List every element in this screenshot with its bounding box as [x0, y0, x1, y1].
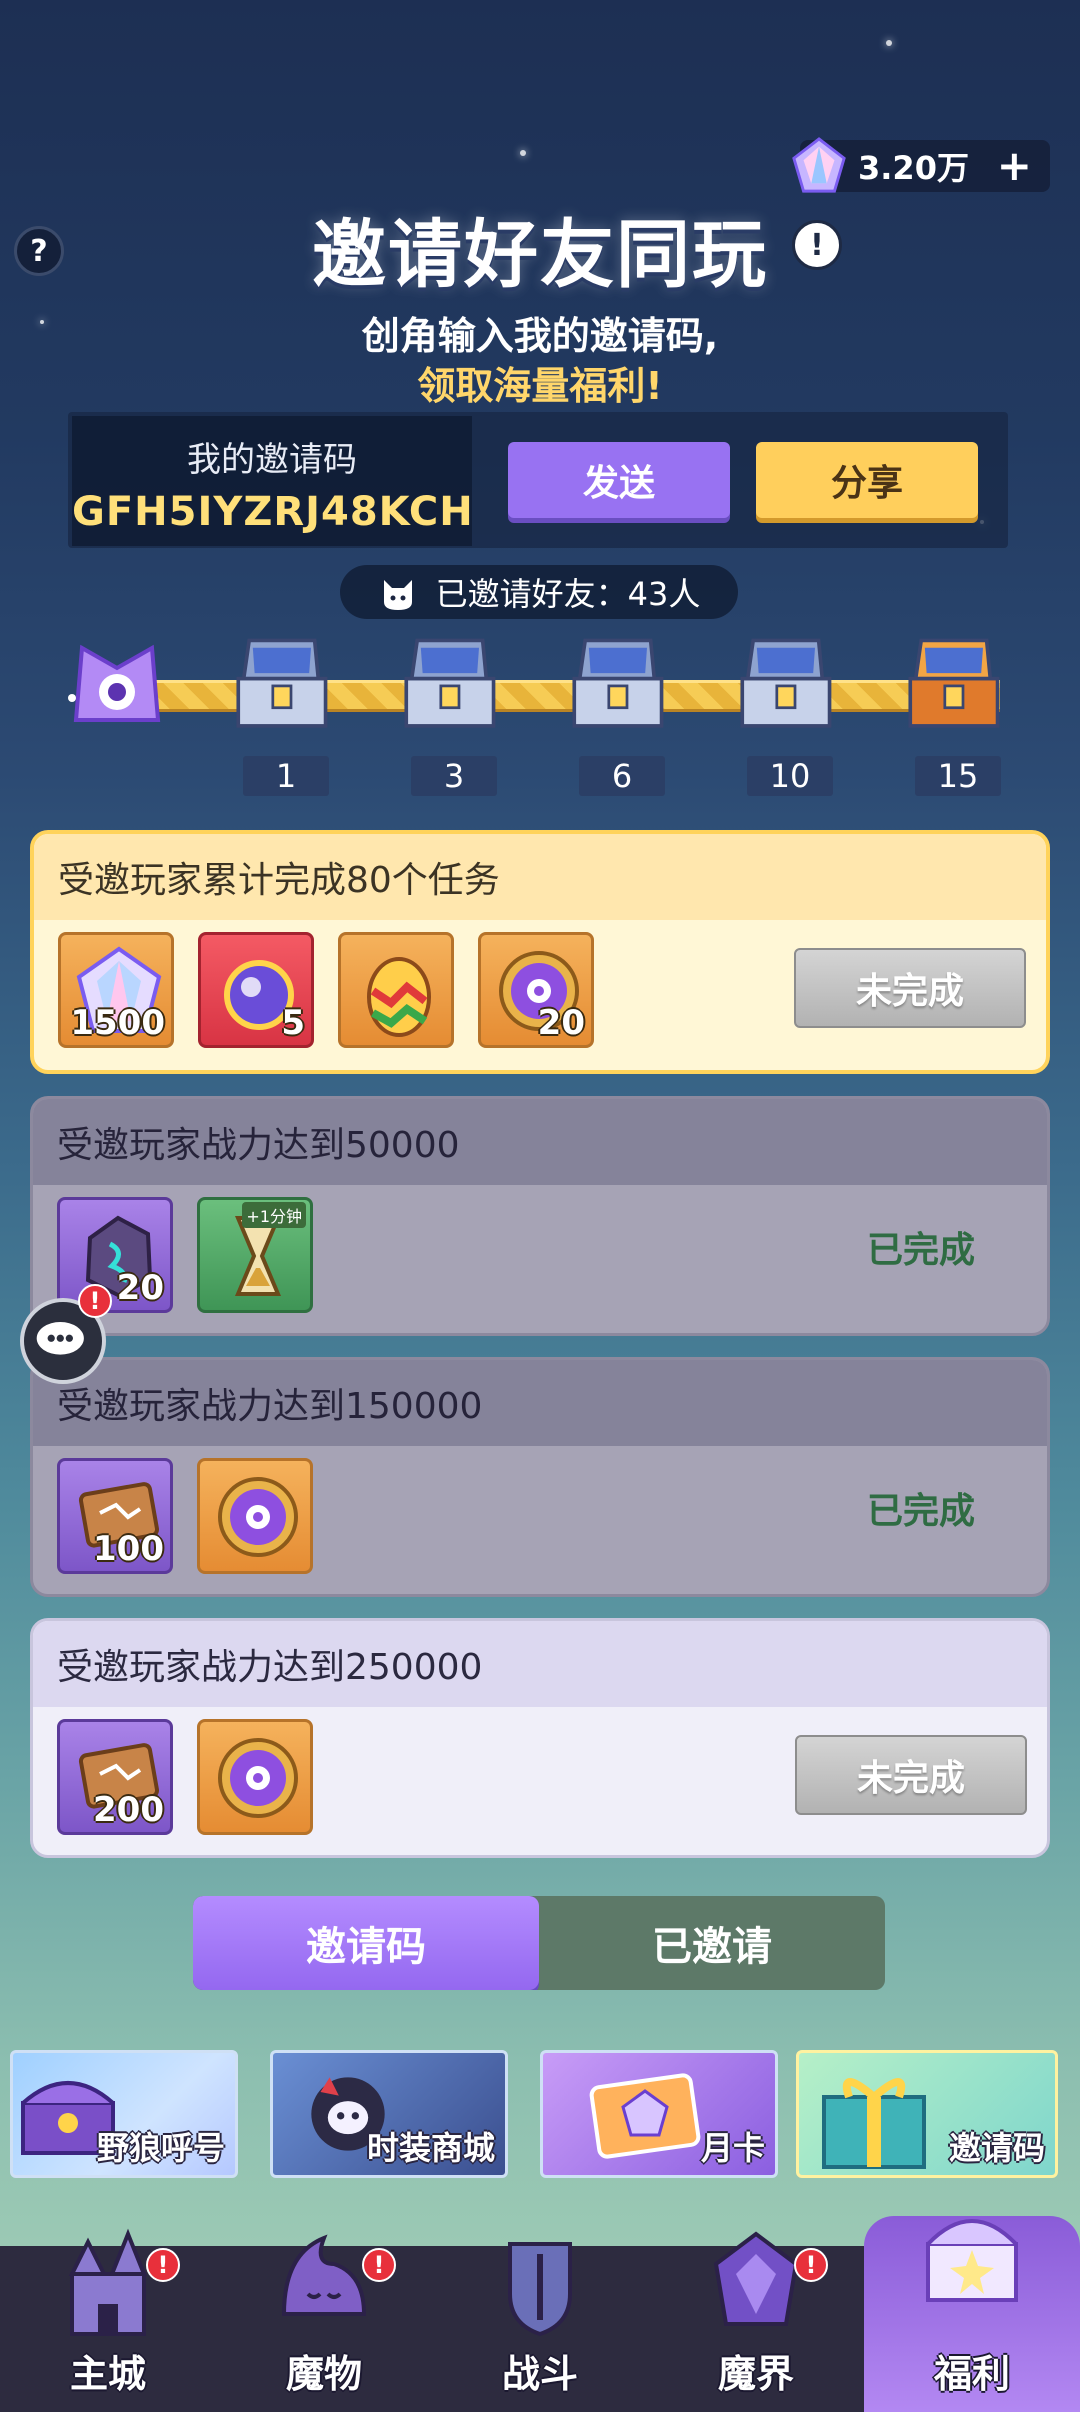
tab-invite-code[interactable]: 邀请码 [193, 1896, 539, 1990]
milestone-number: 3 [411, 756, 497, 796]
purple-token-icon [218, 1477, 298, 1557]
reward-item[interactable] [197, 1719, 313, 1835]
invite-code-value[interactable]: GFH5IYZRJ48KCH [72, 489, 473, 535]
silver-chest-icon[interactable] [231, 630, 331, 744]
star-decoration [886, 40, 892, 46]
star-decoration [520, 150, 526, 156]
task-title: 受邀玩家战力达到50000 [33, 1099, 1047, 1185]
reward-qty: 20 [116, 1268, 164, 1308]
milestone-number: 1 [243, 756, 329, 796]
reward-qty: 20 [537, 1003, 585, 1043]
task-card: 受邀玩家战力达到50000 20 +1分钟已完成 [30, 1096, 1050, 1336]
rainbow-egg-icon [367, 957, 431, 1037]
silver-chest-icon[interactable] [399, 630, 499, 744]
task-status-completed: 已完成 [866, 1491, 975, 1532]
alert-badge-icon: ! [794, 2248, 828, 2282]
reward-item[interactable]: 1500 [58, 932, 174, 1048]
task-body: 200 未完成 [33, 1707, 1047, 1855]
invite-tab-toggle[interactable]: 邀请码 已邀请 [193, 1896, 885, 1990]
nav-label: 主城 [69, 2352, 146, 2396]
nav-item[interactable]: ! 魔界 [648, 2231, 864, 2412]
monster-icon [281, 2234, 367, 2316]
reward-item[interactable]: 5 [198, 932, 314, 1048]
alert-badge-icon: ! [146, 2248, 180, 2282]
add-currency-button[interactable]: + [997, 145, 1032, 187]
card-icon [589, 2073, 701, 2159]
shortcut-fashion-mall[interactable]: 时装商城 [270, 2050, 508, 2178]
task-card: 受邀玩家战力达到150000 100 已完成 [30, 1357, 1050, 1597]
shortcut-wolf-call[interactable]: 野狼呼号 [10, 2050, 238, 2178]
task-card: 受邀玩家累计完成80个任务 1500 5 20 未完成 [30, 830, 1050, 1074]
tab-invited[interactable]: 已邀请 [539, 1896, 885, 1990]
nav-label: 福利 [933, 2352, 1010, 2396]
shortcut-invite-code[interactable]: 邀请码 [796, 2050, 1058, 2178]
nav-label: 战斗 [501, 2352, 578, 2396]
reward-qty: 5 [281, 1003, 305, 1043]
reward-tag: +1分钟 [242, 1202, 306, 1228]
silver-chest-icon[interactable] [567, 630, 667, 744]
milestone-number: 15 [915, 756, 1001, 796]
nav-item[interactable]: 福利 [864, 2216, 1080, 2412]
reward-item[interactable]: +1分钟 [197, 1197, 313, 1313]
task-card: 受邀玩家战力达到250000 200 未完成 [30, 1618, 1050, 1858]
shortcut-label: 野狼呼号 [96, 2129, 225, 2167]
sword-shield-icon [508, 2242, 572, 2337]
milestone-number: 10 [747, 756, 833, 796]
castle-icon [68, 2228, 147, 2336]
task-title: 受邀玩家战力达到250000 [33, 1621, 1047, 1707]
mascot-icon [68, 644, 161, 722]
reward-item[interactable]: 200 [57, 1719, 173, 1835]
alert-badge-icon: ! [78, 1284, 112, 1318]
send-button[interactable]: 发送 [508, 442, 730, 518]
purple-token-icon [218, 1738, 298, 1818]
nav-item[interactable]: ! 魔物 [216, 2234, 432, 2412]
gift-box-icon [822, 2078, 926, 2169]
page-title: 邀请好友同玩 [312, 212, 768, 298]
gem-icon [792, 137, 846, 193]
reward-item[interactable]: 100 [57, 1458, 173, 1574]
demon-realm-icon [713, 2231, 799, 2326]
silver-chest-icon[interactable] [735, 630, 835, 744]
subtitle-line2: 领取海量福利! [417, 364, 663, 408]
task-status-button[interactable]: 未完成 [795, 1735, 1027, 1815]
invite-code-box[interactable]: 我的邀请码 GFH5IYZRJ48KCH [72, 416, 473, 546]
task-status-button[interactable]: 未完成 [794, 948, 1026, 1028]
golden-chest-icon[interactable] [903, 630, 1003, 744]
reward-item[interactable]: 20 [57, 1197, 173, 1313]
invited-count-text: 已邀请好友：43人 [435, 575, 701, 613]
nav-item[interactable]: ! 主城 [0, 2228, 216, 2412]
alert-badge-icon: ! [362, 2248, 396, 2282]
subtitle-line1: 创角输入我的邀请码, [361, 314, 719, 358]
shortcut-label: 月卡 [700, 2129, 765, 2167]
task-body: 20 +1分钟已完成 [33, 1185, 1047, 1333]
nav-label: 魔物 [285, 2352, 362, 2396]
treasure-chest-icon [926, 2219, 1018, 2302]
task-body: 100 已完成 [33, 1446, 1047, 1594]
share-button[interactable]: 分享 [756, 442, 978, 518]
task-title: 受邀玩家战力达到150000 [33, 1360, 1047, 1446]
task-body: 1500 5 20 未完成 [34, 920, 1046, 1070]
bottom-nav: ! 主城! 魔物 战斗! 魔界 福利 [0, 2216, 1080, 2412]
reward-qty: 100 [93, 1529, 164, 1569]
currency-display[interactable]: 3.20万 + [792, 137, 1050, 193]
invited-count-pill: 已邀请好友：43人 [340, 565, 738, 619]
reward-item[interactable] [338, 932, 454, 1048]
reward-item[interactable] [197, 1458, 313, 1574]
task-status-completed: 已完成 [866, 1230, 975, 1271]
currency-amount: 3.20万 [858, 149, 969, 187]
task-title: 受邀玩家累计完成80个任务 [34, 834, 1046, 920]
shortcut-label: 邀请码 [948, 2129, 1045, 2167]
reward-qty: 200 [93, 1790, 164, 1830]
reward-item[interactable]: 20 [478, 932, 594, 1048]
cat-icon [383, 580, 412, 610]
nav-label: 魔界 [717, 2352, 794, 2396]
milestone-number: 6 [579, 756, 665, 796]
reward-qty: 1500 [70, 1003, 165, 1043]
shortcut-label: 时装商城 [366, 2129, 495, 2167]
shortcut-monthly-card[interactable]: 月卡 [540, 2050, 778, 2178]
nav-item[interactable]: 战斗 [432, 2242, 648, 2412]
invite-code-label: 我的邀请码 [187, 440, 357, 480]
